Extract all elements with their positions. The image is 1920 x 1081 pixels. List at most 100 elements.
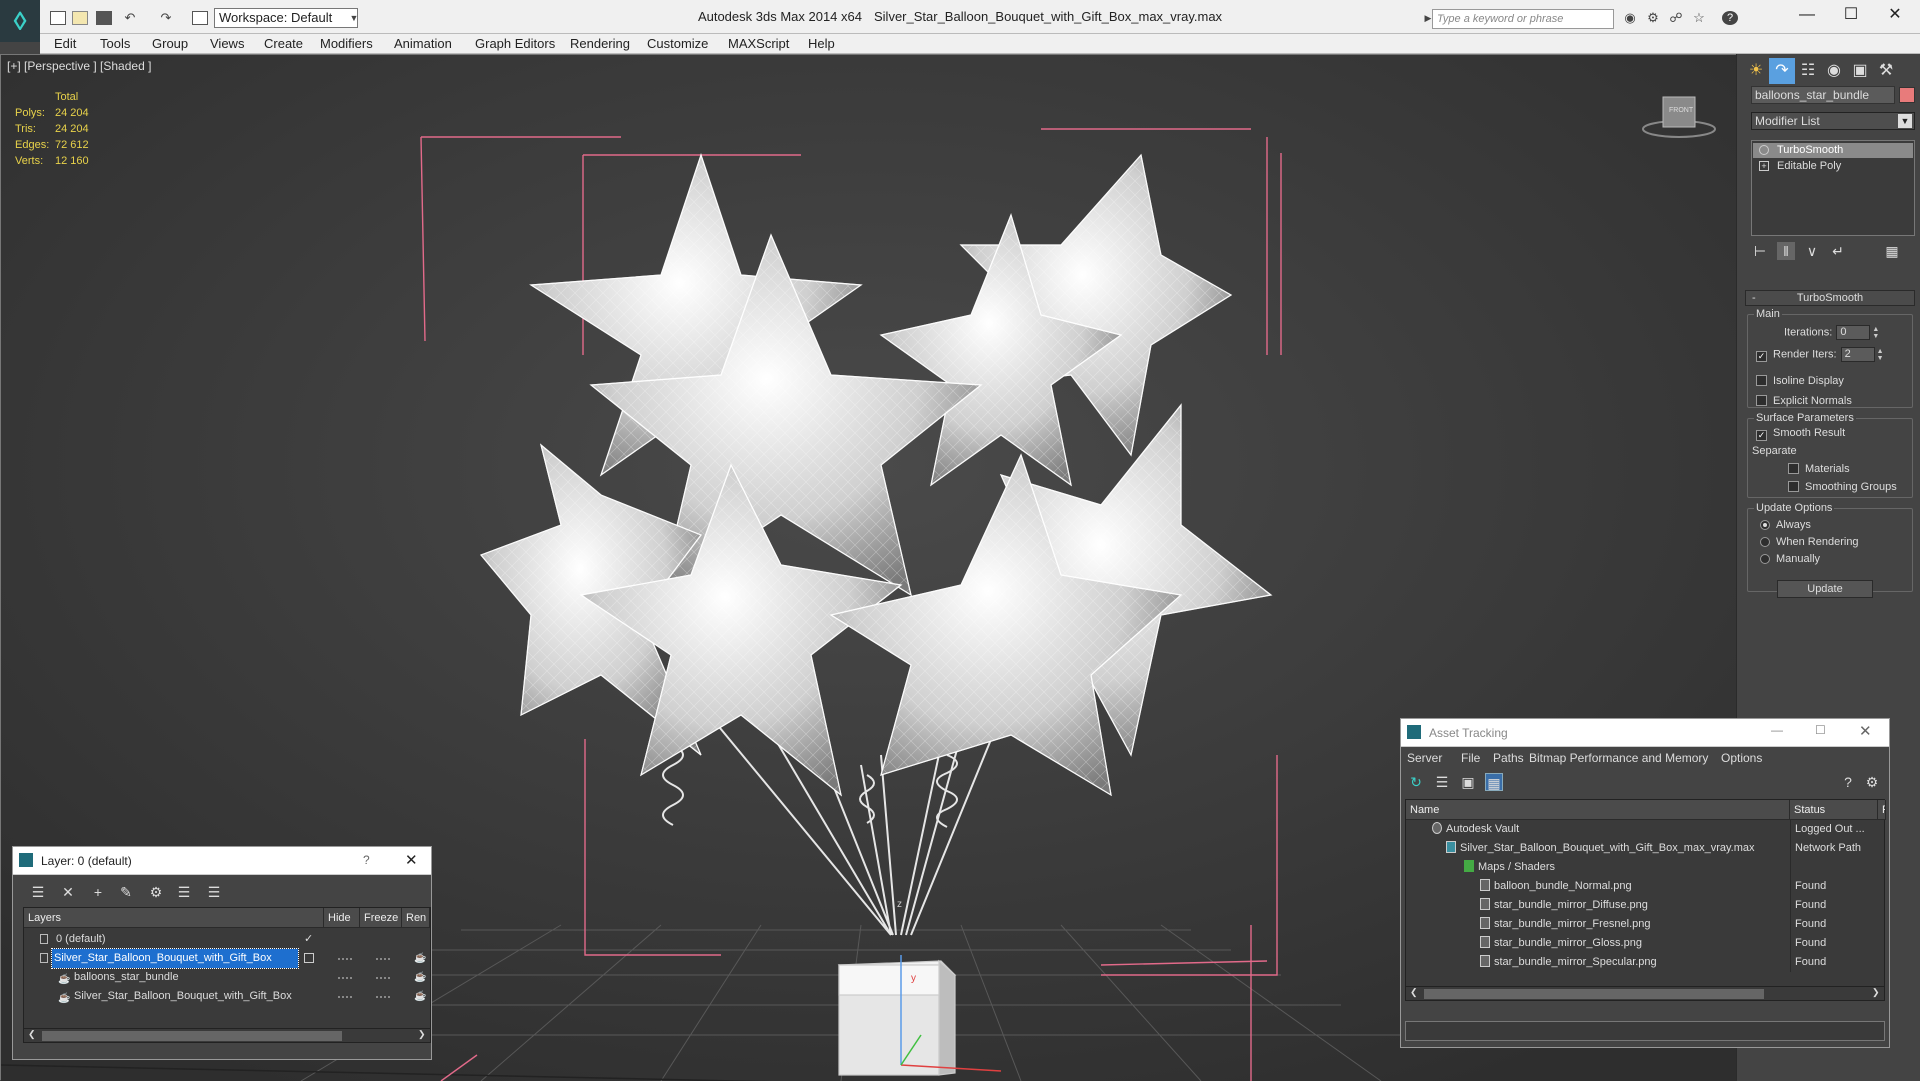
app-logo-icon[interactable]: ◊ — [0, 0, 40, 42]
open-file-icon[interactable] — [72, 11, 88, 25]
add-layer-icon[interactable]: + — [89, 883, 107, 901]
maximize-button[interactable]: ☐ — [1836, 6, 1866, 26]
materials-checkbox[interactable] — [1788, 463, 1799, 474]
modifier-list-dropdown[interactable]: Modifier List ▼ — [1751, 112, 1915, 130]
scroll-right-icon[interactable]: ❯ — [418, 1029, 426, 1040]
layer-select-icon[interactable]: ☰ — [29, 883, 47, 901]
column-name[interactable]: Name — [1406, 800, 1790, 820]
pin-stack-icon[interactable]: ⊢ — [1751, 242, 1769, 260]
asset-help-icon[interactable]: ? — [1839, 773, 1857, 791]
rollout-header[interactable]: - TurboSmooth — [1745, 290, 1915, 306]
column-layers[interactable]: Layers — [24, 908, 324, 928]
binoculars-icon[interactable]: ◉ — [1622, 11, 1638, 25]
asset-row[interactable]: Maps / Shaders — [1406, 858, 1884, 877]
column-status[interactable]: Status — [1790, 800, 1878, 820]
render-iters-checkbox[interactable]: ✓ — [1756, 351, 1767, 363]
menu-help[interactable]: Help — [808, 36, 835, 51]
menu-group[interactable]: Group — [152, 36, 188, 51]
horizontal-scrollbar[interactable]: ❮ ❯ — [24, 1028, 430, 1042]
project-folder-icon[interactable] — [192, 11, 208, 25]
menu-tools[interactable]: Tools — [100, 36, 130, 51]
motion-tab-icon[interactable]: ◉ — [1821, 58, 1847, 84]
search-input[interactable]: Type a keyword or phrase — [1432, 9, 1614, 29]
settings-icon[interactable]: ⚙ — [1863, 773, 1881, 791]
menu-views[interactable]: Views — [210, 36, 244, 51]
asset-row[interactable]: star_bundle_mirror_Diffuse.png Found — [1406, 896, 1884, 915]
new-file-icon[interactable] — [50, 11, 66, 25]
create-tab-icon[interactable]: ☀ — [1743, 58, 1769, 84]
menu-edit[interactable]: Edit — [54, 36, 76, 51]
freeze-toggle[interactable] — [376, 958, 390, 960]
menu-graph-editors[interactable]: Graph Editors — [475, 36, 555, 51]
remove-modifier-icon[interactable]: ↵ — [1829, 242, 1847, 260]
hide-toggle[interactable] — [338, 977, 352, 979]
communication-icon[interactable]: ☍ — [1668, 11, 1684, 25]
spinner-arrows-icon[interactable]: ▲ ▼ — [1877, 348, 1885, 362]
layer-row[interactable]: 0 (default) ✓ — [24, 930, 430, 949]
spinner-arrows-icon[interactable]: ▲ ▼ — [1872, 326, 1880, 340]
asset-row[interactable]: star_bundle_mirror_Specular.png Found — [1406, 953, 1884, 972]
smooth-result-checkbox[interactable]: ✓ — [1756, 430, 1767, 441]
asset-row[interactable]: Autodesk Vault Logged Out ... — [1406, 820, 1884, 839]
display-tab-icon[interactable]: ▣ — [1847, 58, 1873, 84]
render-teapot-icon[interactable]: ☕ — [414, 987, 426, 1006]
list-view-icon[interactable]: ☰ — [1433, 773, 1451, 791]
stack-item-turbosmooth[interactable]: TurboSmooth — [1753, 143, 1913, 158]
close-button[interactable]: ✕ — [1880, 6, 1910, 26]
asset-row[interactable]: balloon_bundle_Normal.png Found — [1406, 877, 1884, 896]
add-to-layer-icon[interactable]: ✎ — [117, 883, 135, 901]
layer-window-close-button[interactable]: ✕ — [405, 851, 418, 869]
smoothing-groups-checkbox[interactable] — [1788, 481, 1799, 492]
menu-rendering[interactable]: Rendering — [570, 36, 630, 51]
hide-toggle[interactable] — [338, 996, 352, 998]
asset-row[interactable]: star_bundle_mirror_Fresnel.png Found — [1406, 915, 1884, 934]
layer-row[interactable]: ☕ balloons_star_bundle ☕ — [24, 968, 430, 987]
iterations-spinner[interactable]: 0 — [1836, 325, 1871, 340]
favorites-star-icon[interactable]: ☆ — [1691, 11, 1707, 25]
redo-icon[interactable]: ↷ — [158, 11, 174, 25]
set-active-box-icon[interactable] — [304, 953, 314, 963]
asset-minimize-button[interactable]: — — [1771, 723, 1783, 737]
column-proxy[interactable]: Pr — [1878, 800, 1886, 820]
update-when-rendering-radio[interactable] — [1760, 537, 1770, 547]
configure-modifier-sets-icon[interactable]: ▦ — [1883, 242, 1901, 260]
active-layer-check-icon[interactable]: ✓ — [304, 930, 313, 949]
render-teapot-icon[interactable]: ☕ — [414, 949, 426, 968]
layer-row[interactable]: ☕ Silver_Star_Balloon_Bouquet_with_Gift_… — [24, 987, 430, 1006]
scroll-thumb[interactable] — [1424, 989, 1764, 999]
menu-animation[interactable]: Animation — [394, 36, 452, 51]
highlight-layer-icon[interactable]: ☰ — [175, 883, 193, 901]
menu-customize[interactable]: Customize — [647, 36, 708, 51]
isoline-checkbox[interactable] — [1756, 375, 1767, 386]
asset-row[interactable]: Silver_Star_Balloon_Bouquet_with_Gift_Bo… — [1406, 839, 1884, 858]
hide-all-icon[interactable]: ☰ — [205, 883, 223, 901]
render-teapot-icon[interactable]: ☕ — [414, 968, 426, 987]
asset-menu-file[interactable]: File — [1461, 751, 1480, 765]
update-always-radio[interactable] — [1760, 520, 1770, 530]
render-iters-spinner[interactable]: 2 — [1840, 347, 1875, 362]
subscription-icon[interactable]: ⚙ — [1645, 11, 1661, 25]
expand-icon[interactable]: + — [1759, 161, 1769, 171]
freeze-toggle[interactable] — [376, 996, 390, 998]
workspace-chevron-icon[interactable]: ▼ — [346, 11, 362, 25]
asset-close-button[interactable]: ✕ — [1859, 722, 1872, 740]
viewport-label[interactable]: [+] [Perspective ] [Shaded ] — [7, 59, 151, 73]
make-unique-icon[interactable]: ∨ — [1803, 242, 1821, 260]
column-hide[interactable]: Hide — [324, 908, 360, 928]
utilities-tab-icon[interactable]: ⚒ — [1873, 58, 1899, 84]
show-end-result-icon[interactable]: ‖ — [1777, 242, 1795, 260]
asset-menu-options[interactable]: Options — [1721, 751, 1762, 765]
layer-window-title-bar[interactable]: Layer: 0 (default) ? ✕ — [13, 847, 431, 875]
freeze-toggle[interactable] — [376, 977, 390, 979]
thumbnail-view-icon[interactable]: ▣ — [1459, 773, 1477, 791]
explicit-normals-checkbox[interactable] — [1756, 395, 1767, 406]
stack-item-editable-poly[interactable]: + Editable Poly — [1753, 159, 1913, 174]
hierarchy-tab-icon[interactable]: ☷ — [1795, 58, 1821, 84]
object-name-field[interactable]: balloons_star_bundle — [1751, 86, 1895, 104]
asset-menu-bitmap[interactable]: Bitmap Performance and Memory — [1529, 751, 1708, 765]
hide-toggle[interactable] — [338, 958, 352, 960]
asset-menu-server[interactable]: Server — [1407, 751, 1442, 765]
table-view-icon[interactable]: ▦ — [1485, 773, 1503, 791]
layer-row[interactable]: Silver_Star_Balloon_Bouquet_with_Gift_Bo… — [24, 948, 430, 969]
scroll-right-icon[interactable]: ❯ — [1872, 987, 1880, 998]
